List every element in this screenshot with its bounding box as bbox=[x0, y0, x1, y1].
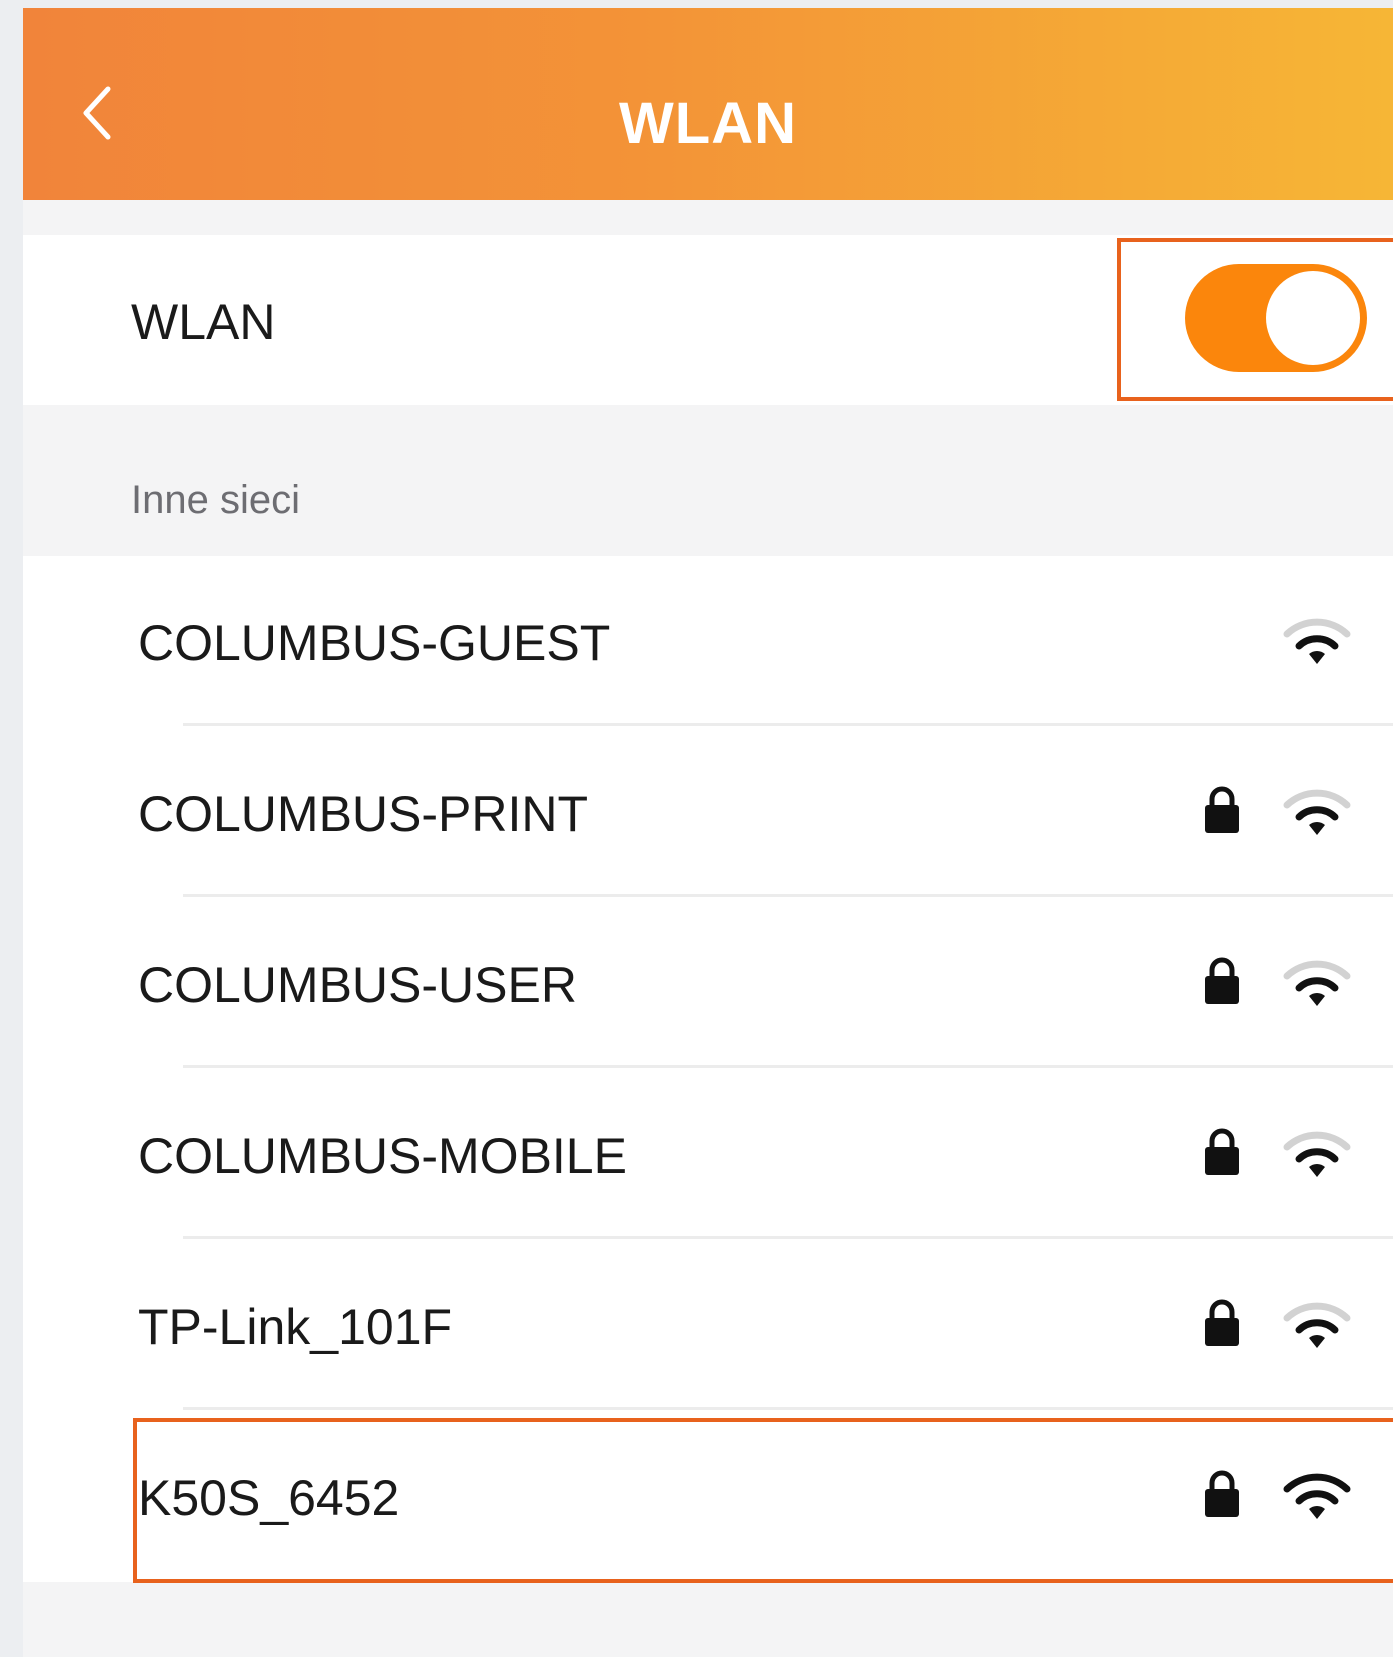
network-name: COLUMBUS-PRINT bbox=[138, 786, 589, 842]
lock-icon bbox=[1205, 1128, 1239, 1175]
network-name: COLUMBUS-GUEST bbox=[138, 615, 611, 671]
toggle-knob bbox=[1266, 271, 1360, 365]
wifi-signal-icon bbox=[1283, 1302, 1351, 1348]
network-row-columbus-user[interactable]: COLUMBUS-USER bbox=[23, 898, 1393, 1068]
lock-icon bbox=[1205, 1470, 1239, 1517]
network-list: COLUMBUS-GUEST COLUMBUS-PRINT COLUMBUS-U… bbox=[23, 556, 1393, 1582]
network-name: K50S_6452 bbox=[138, 1470, 400, 1526]
wifi-signal-icon bbox=[1283, 789, 1351, 835]
row-divider bbox=[183, 723, 1393, 726]
wlan-toggle[interactable] bbox=[1185, 264, 1367, 372]
network-row-columbus-print[interactable]: COLUMBUS-PRINT bbox=[23, 727, 1393, 897]
network-row-columbus-mobile[interactable]: COLUMBUS-MOBILE bbox=[23, 1069, 1393, 1239]
lock-icon bbox=[1205, 786, 1239, 833]
network-name: COLUMBUS-USER bbox=[138, 957, 577, 1013]
nav-bar: WLAN bbox=[23, 8, 1393, 200]
wifi-signal-icon bbox=[1283, 1131, 1351, 1177]
row-divider bbox=[183, 894, 1393, 897]
wifi-signal-icon bbox=[1283, 618, 1351, 664]
network-name: COLUMBUS-MOBILE bbox=[138, 1128, 627, 1184]
row-divider bbox=[183, 1065, 1393, 1068]
lock-icon bbox=[1205, 1299, 1239, 1346]
network-name: TP-Link_101F bbox=[138, 1299, 453, 1355]
row-divider bbox=[183, 1236, 1393, 1239]
network-row-tp-link[interactable]: TP-Link_101F bbox=[23, 1240, 1393, 1410]
network-row-k50s[interactable]: K50S_6452 bbox=[23, 1411, 1393, 1581]
wifi-signal-full-icon bbox=[1283, 1473, 1351, 1519]
page-title: WLAN bbox=[619, 91, 797, 156]
wifi-signal-icon bbox=[1283, 960, 1351, 1006]
row-divider bbox=[183, 1407, 1393, 1410]
screen: WLAN WLAN Inne sieci COLUMBUS-GUEST COLU… bbox=[23, 8, 1393, 1657]
wlan-label: WLAN bbox=[131, 294, 276, 350]
lock-icon bbox=[1205, 957, 1239, 1004]
network-row-columbus-guest[interactable]: COLUMBUS-GUEST bbox=[23, 556, 1393, 726]
section-label-other-networks: Inne sieci bbox=[131, 478, 300, 522]
